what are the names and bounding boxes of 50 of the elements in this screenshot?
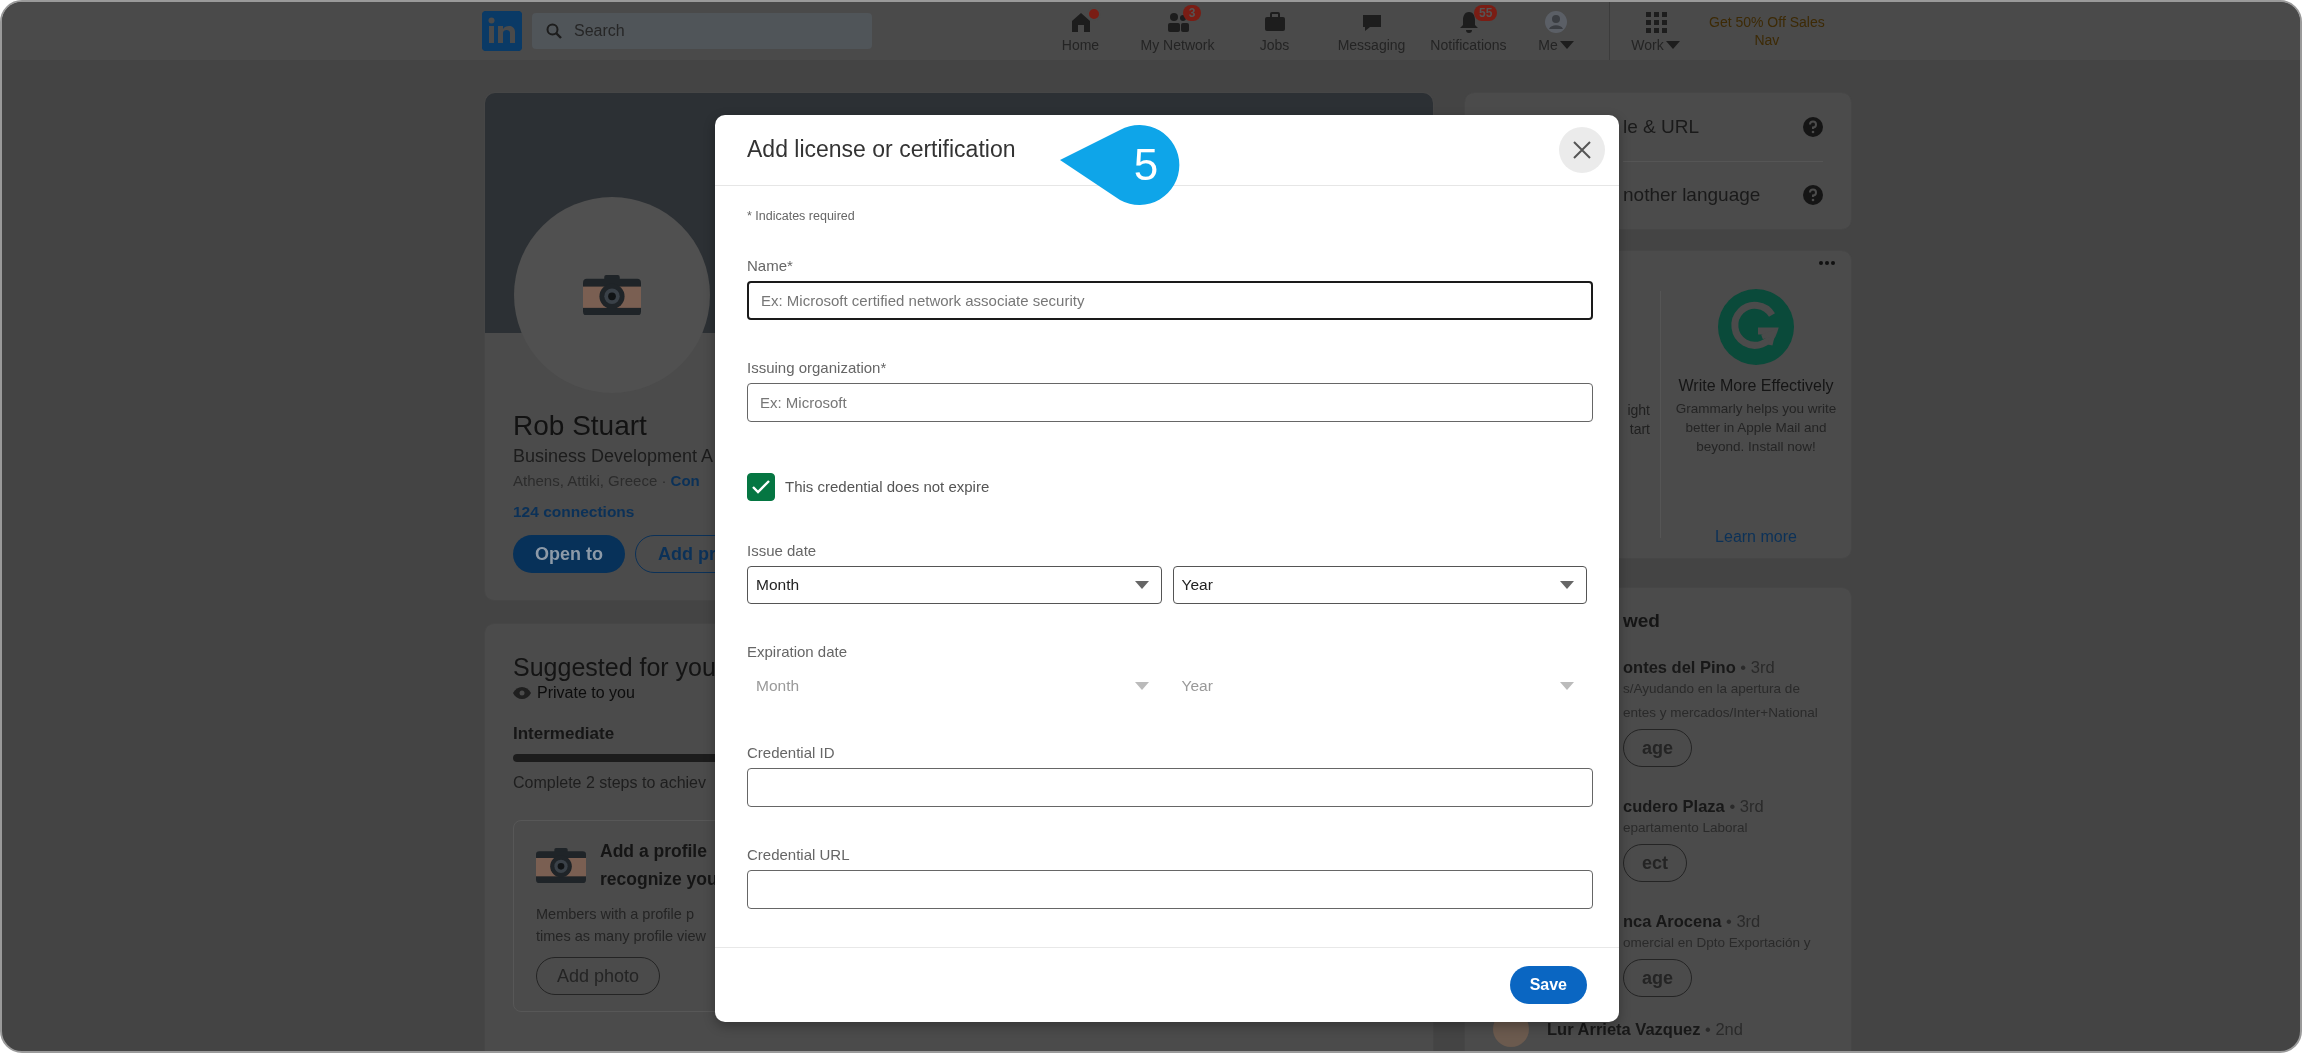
camera-icon: [536, 847, 586, 883]
profile-button[interactable]: Open to: [513, 535, 625, 573]
grid-icon: [1643, 9, 1668, 34]
more-icon[interactable]: [1819, 261, 1835, 265]
privacy-note: Private to you: [537, 684, 635, 702]
logo-icon: [1718, 289, 1794, 365]
contact-info-link[interactable]: Con: [670, 472, 700, 489]
profile-name: Rob Stuart: [513, 409, 647, 443]
text-field[interactable]: Ex: Microsoft: [747, 382, 1593, 422]
caret-icon: [1665, 40, 1680, 49]
camera-icon: [583, 274, 641, 316]
step-callout: 5: [1060, 124, 1182, 206]
briefcase-icon: [1262, 9, 1287, 34]
text-field[interactable]: [747, 869, 1593, 909]
checkbox-label: This credential does not expire: [785, 478, 990, 496]
caret-icon: [1560, 681, 1574, 690]
help-icon[interactable]: [1803, 185, 1823, 206]
avatar-icon: [1544, 9, 1568, 34]
eye-icon: [513, 687, 531, 699]
count-badge: 3: [1183, 5, 1201, 21]
close-icon: [1572, 139, 1592, 160]
field-label: Credential ID: [747, 742, 835, 763]
caret-icon: [1559, 40, 1574, 49]
learn-more-link[interactable]: Learn more: [1715, 528, 1797, 546]
field-label: Issuing organization*: [747, 357, 887, 378]
text-field[interactable]: [747, 767, 1593, 807]
caret-icon: [1560, 580, 1574, 589]
card-title: Suggested for you: [513, 652, 716, 682]
text-field[interactable]: Ex: Microsoft certified network associate security: [747, 280, 1593, 320]
caret-icon: [1134, 681, 1149, 690]
count-badge: 55: [1474, 5, 1498, 21]
checkbox[interactable]: [747, 472, 775, 501]
close-button[interactable]: [1559, 126, 1605, 173]
required-note: * Indicates required: [747, 207, 855, 224]
select-field[interactable]: Year: [1172, 565, 1587, 604]
search-icon: [546, 23, 562, 39]
field-label: Expiration date: [747, 641, 848, 662]
dialog-title: Add license or certification: [747, 136, 1016, 164]
field-label: Name*: [747, 255, 793, 276]
logo-icon[interactable]: [482, 11, 522, 51]
field-label: Credential URL: [747, 844, 850, 865]
field-label: Issue date: [747, 540, 817, 561]
help-icon[interactable]: [1803, 116, 1823, 137]
connections-link[interactable]: 124 connections: [513, 499, 635, 525]
select-field[interactable]: Month: [747, 565, 1162, 604]
check-icon: [751, 478, 771, 495]
promo-link[interactable]: Get 50% Off Sales Nav: [1709, 13, 1825, 49]
save-button[interactable]: Save: [1509, 965, 1587, 1004]
notification-dot: [1087, 7, 1101, 21]
caret-icon: [1134, 580, 1149, 589]
